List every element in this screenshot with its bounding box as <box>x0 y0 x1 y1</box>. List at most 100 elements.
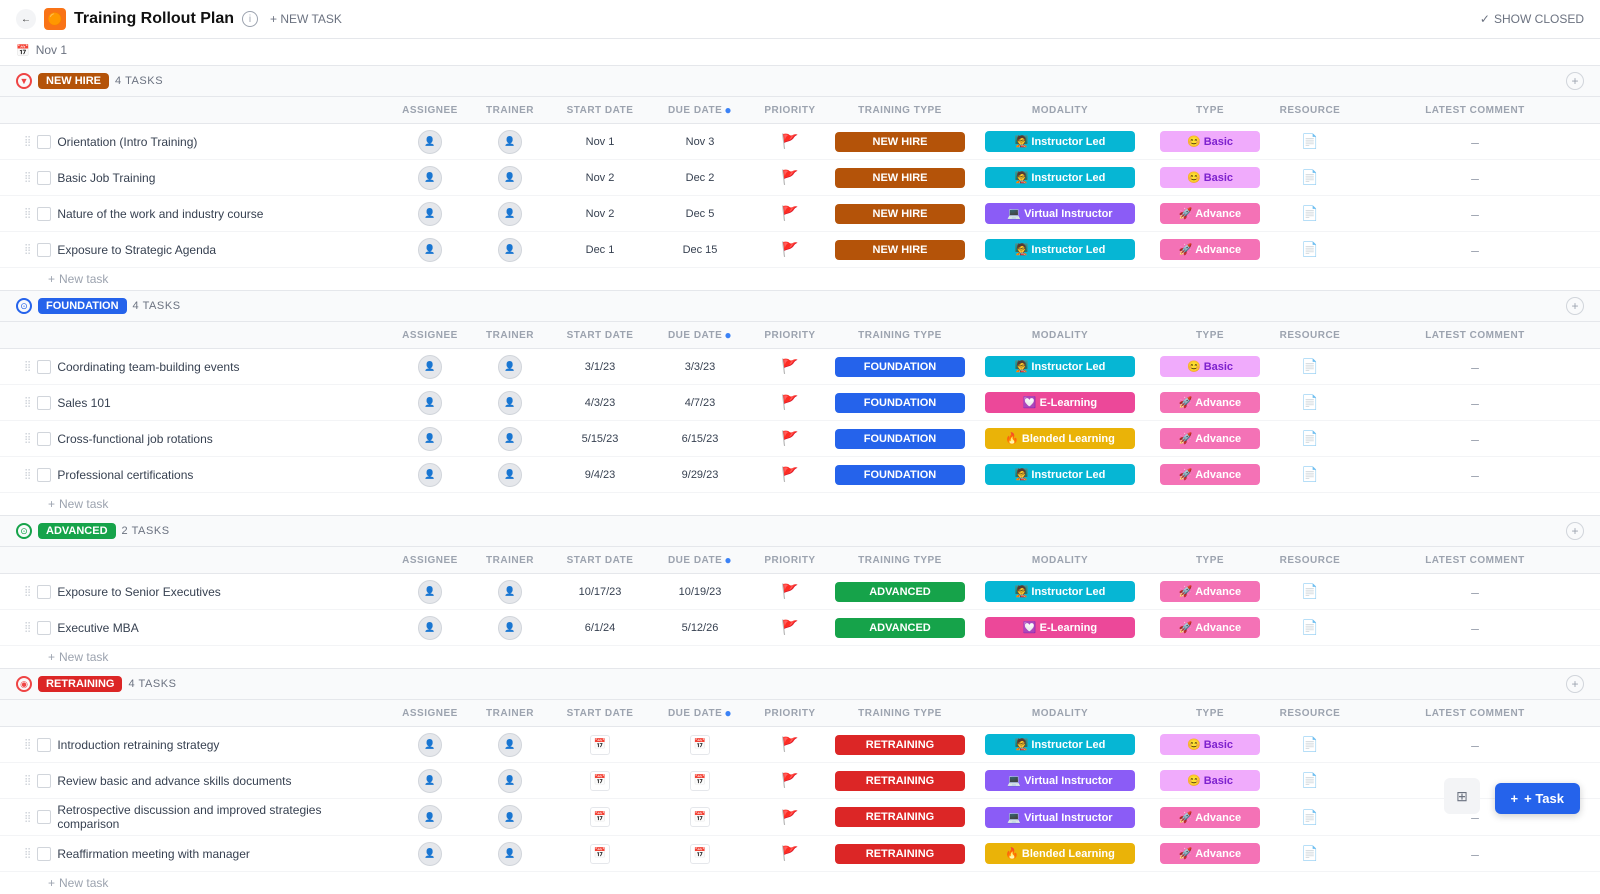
task-checkbox[interactable] <box>37 810 51 824</box>
section-toggle-retraining[interactable]: ◉ <box>16 676 32 692</box>
priority-cell[interactable]: 🚩 <box>750 239 830 260</box>
assignee-avatar[interactable]: 👤 <box>418 130 442 154</box>
assignee-avatar[interactable]: 👤 <box>418 355 442 379</box>
resource-cell[interactable]: 📄 <box>1270 131 1350 152</box>
assignee-avatar[interactable]: 👤 <box>418 463 442 487</box>
comment-cell[interactable]: – <box>1350 132 1600 152</box>
due-date-cell[interactable]: 10/19/23 <box>650 584 750 600</box>
assignee-avatar[interactable]: 👤 <box>418 616 442 640</box>
assignee-avatar[interactable]: 👤 <box>418 805 442 829</box>
assignee-avatar[interactable]: 👤 <box>418 427 442 451</box>
start-date-cell[interactable]: Nov 2 <box>550 206 650 222</box>
drag-handle[interactable]: ⣿ <box>24 361 31 372</box>
priority-cell[interactable]: 🚩 <box>750 581 830 602</box>
priority-cell[interactable]: 🚩 <box>750 203 830 224</box>
drag-handle[interactable]: ⣿ <box>24 586 31 597</box>
new-task-row[interactable]: + New task <box>0 646 1600 668</box>
trainer-avatar[interactable]: 👤 <box>498 463 522 487</box>
trainer-avatar[interactable]: 👤 <box>498 842 522 866</box>
resource-cell[interactable]: 📄 <box>1270 770 1350 791</box>
task-name[interactable]: Sales 101 <box>57 396 110 410</box>
due-date-cell[interactable]: Dec 5 <box>650 206 750 222</box>
priority-cell[interactable]: 🚩 <box>750 464 830 485</box>
task-checkbox[interactable] <box>37 360 51 374</box>
start-date-cell[interactable]: Dec 1 <box>550 242 650 258</box>
comment-cell[interactable]: – <box>1350 168 1600 188</box>
resource-cell[interactable]: 📄 <box>1270 167 1350 188</box>
resource-cell[interactable]: 📄 <box>1270 356 1350 377</box>
section-toggle-foundation[interactable]: ⊙ <box>16 298 32 314</box>
task-name[interactable]: Reaffirmation meeting with manager <box>57 847 250 861</box>
drag-handle[interactable]: ⣿ <box>24 136 31 147</box>
trainer-avatar[interactable]: 👤 <box>498 238 522 262</box>
new-task-row[interactable]: + New task <box>0 268 1600 290</box>
due-date-cell[interactable]: 📅 <box>650 769 750 793</box>
trainer-avatar[interactable]: 👤 <box>498 130 522 154</box>
drag-handle[interactable]: ⣿ <box>24 208 31 219</box>
priority-cell[interactable]: 🚩 <box>750 807 830 828</box>
comment-cell[interactable]: – <box>1350 429 1600 449</box>
trainer-avatar[interactable]: 👤 <box>498 733 522 757</box>
drag-handle[interactable]: ⣿ <box>24 469 31 480</box>
task-name[interactable]: Coordinating team-building events <box>57 360 239 374</box>
back-button[interactable]: ← <box>16 9 36 29</box>
assignee-avatar[interactable]: 👤 <box>418 769 442 793</box>
task-checkbox[interactable] <box>37 432 51 446</box>
new-task-row[interactable]: + New task <box>0 872 1600 894</box>
drag-handle[interactable]: ⣿ <box>24 172 31 183</box>
section-add-button-new-hire[interactable]: + <box>1566 72 1584 90</box>
due-date-cell[interactable]: 4/7/23 <box>650 395 750 411</box>
task-checkbox[interactable] <box>37 738 51 752</box>
start-date-cell[interactable]: 📅 <box>550 842 650 866</box>
new-task-button[interactable]: + NEW TASK <box>270 12 342 26</box>
task-name[interactable]: Retrospective discussion and improved st… <box>57 803 382 831</box>
start-date-cell[interactable]: 10/17/23 <box>550 584 650 600</box>
resource-cell[interactable]: 📄 <box>1270 203 1350 224</box>
section-add-button-retraining[interactable]: + <box>1566 675 1584 693</box>
task-checkbox[interactable] <box>37 243 51 257</box>
drag-handle[interactable]: ⣿ <box>24 622 31 633</box>
task-checkbox[interactable] <box>37 207 51 221</box>
assignee-avatar[interactable]: 👤 <box>418 391 442 415</box>
drag-handle[interactable]: ⣿ <box>24 244 31 255</box>
task-checkbox[interactable] <box>37 585 51 599</box>
due-date-cell[interactable]: Dec 2 <box>650 170 750 186</box>
priority-cell[interactable]: 🚩 <box>750 392 830 413</box>
trainer-avatar[interactable]: 👤 <box>498 166 522 190</box>
trainer-avatar[interactable]: 👤 <box>498 616 522 640</box>
comment-cell[interactable]: – <box>1350 393 1600 413</box>
priority-cell[interactable]: 🚩 <box>750 617 830 638</box>
resource-cell[interactable]: 📄 <box>1270 734 1350 755</box>
due-date-cell[interactable]: 📅 <box>650 805 750 829</box>
trainer-avatar[interactable]: 👤 <box>498 202 522 226</box>
task-name[interactable]: Review basic and advance skills document… <box>57 774 291 788</box>
info-button[interactable]: i <box>242 11 258 27</box>
priority-cell[interactable]: 🚩 <box>750 428 830 449</box>
priority-cell[interactable]: 🚩 <box>750 167 830 188</box>
task-checkbox[interactable] <box>37 847 51 861</box>
task-checkbox[interactable] <box>37 774 51 788</box>
resource-cell[interactable]: 📄 <box>1270 581 1350 602</box>
comment-cell[interactable]: – <box>1350 357 1600 377</box>
trainer-avatar[interactable]: 👤 <box>498 427 522 451</box>
assignee-avatar[interactable]: 👤 <box>418 842 442 866</box>
due-date-cell[interactable]: 3/3/23 <box>650 359 750 375</box>
task-name[interactable]: Cross-functional job rotations <box>57 432 212 446</box>
resource-cell[interactable]: 📄 <box>1270 239 1350 260</box>
start-date-cell[interactable]: Nov 1 <box>550 134 650 150</box>
task-name[interactable]: Nature of the work and industry course <box>57 207 263 221</box>
section-add-button-advanced[interactable]: + <box>1566 522 1584 540</box>
task-name[interactable]: Orientation (Intro Training) <box>57 135 197 149</box>
due-date-cell[interactable]: Dec 15 <box>650 242 750 258</box>
priority-cell[interactable]: 🚩 <box>750 770 830 791</box>
add-task-button[interactable]: + + Task <box>1495 783 1580 814</box>
drag-handle[interactable]: ⣿ <box>24 739 31 750</box>
due-date-cell[interactable]: 📅 <box>650 733 750 757</box>
start-date-cell[interactable]: 3/1/23 <box>550 359 650 375</box>
start-date-cell[interactable]: 5/15/23 <box>550 431 650 447</box>
resource-cell[interactable]: 📄 <box>1270 617 1350 638</box>
new-task-row[interactable]: + New task <box>0 493 1600 515</box>
task-name[interactable]: Executive MBA <box>57 621 138 635</box>
assignee-avatar[interactable]: 👤 <box>418 166 442 190</box>
start-date-cell[interactable]: Nov 2 <box>550 170 650 186</box>
